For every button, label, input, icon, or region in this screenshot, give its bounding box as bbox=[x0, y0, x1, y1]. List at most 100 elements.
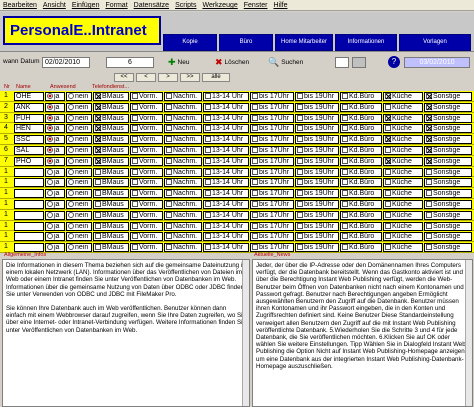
nein-radio[interactable]: nein bbox=[66, 199, 92, 209]
time-17-checkbox[interactable]: bis 17Uhr bbox=[250, 145, 294, 155]
kd-buero-checkbox[interactable]: Kd.Büro bbox=[340, 232, 382, 242]
sonstige-checkbox[interactable]: Sonstige bbox=[424, 199, 472, 209]
name-field[interactable]: SAL bbox=[14, 145, 44, 155]
ja-radio[interactable]: ja bbox=[45, 135, 65, 145]
scrollbar[interactable] bbox=[242, 260, 249, 406]
ja-radio[interactable]: ja bbox=[45, 102, 65, 112]
kueche-checkbox[interactable]: Küche bbox=[383, 221, 423, 231]
nachm-checkbox[interactable]: Nachm. bbox=[164, 135, 202, 145]
name-field[interactable] bbox=[14, 199, 44, 209]
kueche-checkbox[interactable]: Küche bbox=[383, 113, 423, 123]
nav-prev-button[interactable]: < bbox=[136, 73, 156, 82]
nachm-checkbox[interactable]: Nachm. bbox=[164, 199, 202, 209]
delete-button[interactable]: ✖ Löschen bbox=[215, 56, 249, 69]
tab-allgemeine-infos[interactable]: Allgemeine_Infos bbox=[4, 252, 46, 258]
nein-radio[interactable]: nein bbox=[66, 178, 92, 188]
time-17-checkbox[interactable]: bis 17Uhr bbox=[250, 189, 294, 199]
nav-last-button[interactable]: >> bbox=[180, 73, 200, 82]
ja-radio[interactable]: ja bbox=[45, 189, 65, 199]
time-13-14-checkbox[interactable]: 13-14 Uhr bbox=[203, 92, 249, 101]
time-17-checkbox[interactable]: bis 17Uhr bbox=[250, 156, 294, 166]
kd-buero-checkbox[interactable]: Kd.Büro bbox=[340, 102, 382, 112]
scrollbar[interactable] bbox=[465, 260, 472, 406]
kd-buero-checkbox[interactable]: Kd.Büro bbox=[340, 189, 382, 199]
name-field[interactable] bbox=[14, 210, 44, 220]
sonstige-checkbox[interactable]: Sonstige bbox=[424, 135, 472, 145]
menu-item[interactable]: Scripts bbox=[175, 0, 196, 10]
time-19-checkbox[interactable]: bis 19Uhr bbox=[295, 199, 339, 209]
time-17-checkbox[interactable]: bis 17Uhr bbox=[250, 167, 294, 177]
time-17-checkbox[interactable]: bis 17Uhr bbox=[250, 113, 294, 123]
menu-item[interactable]: Werkzeuge bbox=[202, 0, 237, 10]
nachm-checkbox[interactable]: Nachm. bbox=[164, 102, 202, 112]
time-13-14-checkbox[interactable]: 13-14 Uhr bbox=[203, 199, 249, 209]
nav-first-button[interactable]: << bbox=[114, 73, 134, 82]
nachm-checkbox[interactable]: Nachm. bbox=[164, 92, 202, 101]
vorm-checkbox[interactable]: Vorm. bbox=[130, 221, 163, 231]
bmaus-checkbox[interactable]: BMaus bbox=[93, 167, 129, 177]
nein-radio[interactable]: nein bbox=[66, 210, 92, 220]
general-info-panel[interactable]: Die Informationen in diesem Thema bezieh… bbox=[2, 259, 250, 407]
time-19-checkbox[interactable]: bis 19Uhr bbox=[295, 92, 339, 101]
sonstige-checkbox[interactable]: Sonstige bbox=[424, 232, 472, 242]
time-19-checkbox[interactable]: bis 19Uhr bbox=[295, 135, 339, 145]
nein-radio[interactable]: nein bbox=[66, 113, 92, 123]
vorm-checkbox[interactable]: Vorm. bbox=[130, 102, 163, 112]
nachm-checkbox[interactable]: Nachm. bbox=[164, 232, 202, 242]
nachm-checkbox[interactable]: Nachm. bbox=[164, 210, 202, 220]
nein-radio[interactable]: nein bbox=[66, 92, 92, 101]
menu-item[interactable]: Einfügen bbox=[72, 0, 100, 10]
vorm-checkbox[interactable]: Vorm. bbox=[130, 178, 163, 188]
bmaus-checkbox[interactable]: BMaus bbox=[93, 189, 129, 199]
time-13-14-checkbox[interactable]: 13-14 Uhr bbox=[203, 232, 249, 242]
time-13-14-checkbox[interactable]: 13-14 Uhr bbox=[203, 210, 249, 220]
bmaus-checkbox[interactable]: BMaus bbox=[93, 210, 129, 220]
menu-item[interactable]: Hilfe bbox=[273, 0, 287, 10]
menu-item[interactable]: Bearbeiten bbox=[3, 0, 37, 10]
sonstige-checkbox[interactable]: Sonstige bbox=[424, 178, 472, 188]
bmaus-checkbox[interactable]: BMaus bbox=[93, 92, 129, 101]
time-17-checkbox[interactable]: bis 17Uhr bbox=[250, 210, 294, 220]
kd-buero-checkbox[interactable]: Kd.Büro bbox=[340, 113, 382, 123]
nein-radio[interactable]: nein bbox=[66, 232, 92, 242]
ja-radio[interactable]: ja bbox=[45, 232, 65, 242]
kueche-checkbox[interactable]: Küche bbox=[383, 210, 423, 220]
time-17-checkbox[interactable]: bis 17Uhr bbox=[250, 124, 294, 134]
name-field[interactable] bbox=[14, 221, 44, 231]
bmaus-checkbox[interactable]: BMaus bbox=[93, 199, 129, 209]
date-field[interactable]: 02/02/2010 bbox=[42, 57, 90, 68]
time-13-14-checkbox[interactable]: 13-14 Uhr bbox=[203, 135, 249, 145]
bmaus-checkbox[interactable]: BMaus bbox=[93, 135, 129, 145]
nein-radio[interactable]: nein bbox=[66, 102, 92, 112]
time-13-14-checkbox[interactable]: 13-14 Uhr bbox=[203, 124, 249, 134]
nav-vorlagen[interactable]: Vorlagen bbox=[399, 34, 471, 51]
menu-item[interactable]: Format bbox=[105, 0, 127, 10]
time-17-checkbox[interactable]: bis 17Uhr bbox=[250, 178, 294, 188]
nachm-checkbox[interactable]: Nachm. bbox=[164, 145, 202, 155]
ja-radio[interactable]: ja bbox=[45, 167, 65, 177]
kd-buero-checkbox[interactable]: Kd.Büro bbox=[340, 199, 382, 209]
vorm-checkbox[interactable]: Vorm. bbox=[130, 232, 163, 242]
time-19-checkbox[interactable]: bis 19Uhr bbox=[295, 124, 339, 134]
time-13-14-checkbox[interactable]: 13-14 Uhr bbox=[203, 145, 249, 155]
name-field[interactable]: HEN bbox=[14, 124, 44, 134]
ja-radio[interactable]: ja bbox=[45, 178, 65, 188]
kd-buero-checkbox[interactable]: Kd.Büro bbox=[340, 178, 382, 188]
kueche-checkbox[interactable]: Küche bbox=[383, 189, 423, 199]
time-19-checkbox[interactable]: bis 19Uhr bbox=[295, 232, 339, 242]
ja-radio[interactable]: ja bbox=[45, 92, 65, 101]
ja-radio[interactable]: ja bbox=[45, 124, 65, 134]
nein-radio[interactable]: nein bbox=[66, 167, 92, 177]
ja-radio[interactable]: ja bbox=[45, 199, 65, 209]
vorm-checkbox[interactable]: Vorm. bbox=[130, 92, 163, 101]
new-button[interactable]: ✚ Neu bbox=[168, 56, 189, 69]
name-field[interactable]: FUH bbox=[14, 113, 44, 123]
time-19-checkbox[interactable]: bis 19Uhr bbox=[295, 102, 339, 112]
sonstige-checkbox[interactable]: Sonstige bbox=[424, 102, 472, 112]
time-13-14-checkbox[interactable]: 13-14 Uhr bbox=[203, 102, 249, 112]
sonstige-checkbox[interactable]: Sonstige bbox=[424, 189, 472, 199]
vorm-checkbox[interactable]: Vorm. bbox=[130, 135, 163, 145]
bmaus-checkbox[interactable]: BMaus bbox=[93, 221, 129, 231]
vorm-checkbox[interactable]: Vorm. bbox=[130, 124, 163, 134]
ja-radio[interactable]: ja bbox=[45, 156, 65, 166]
